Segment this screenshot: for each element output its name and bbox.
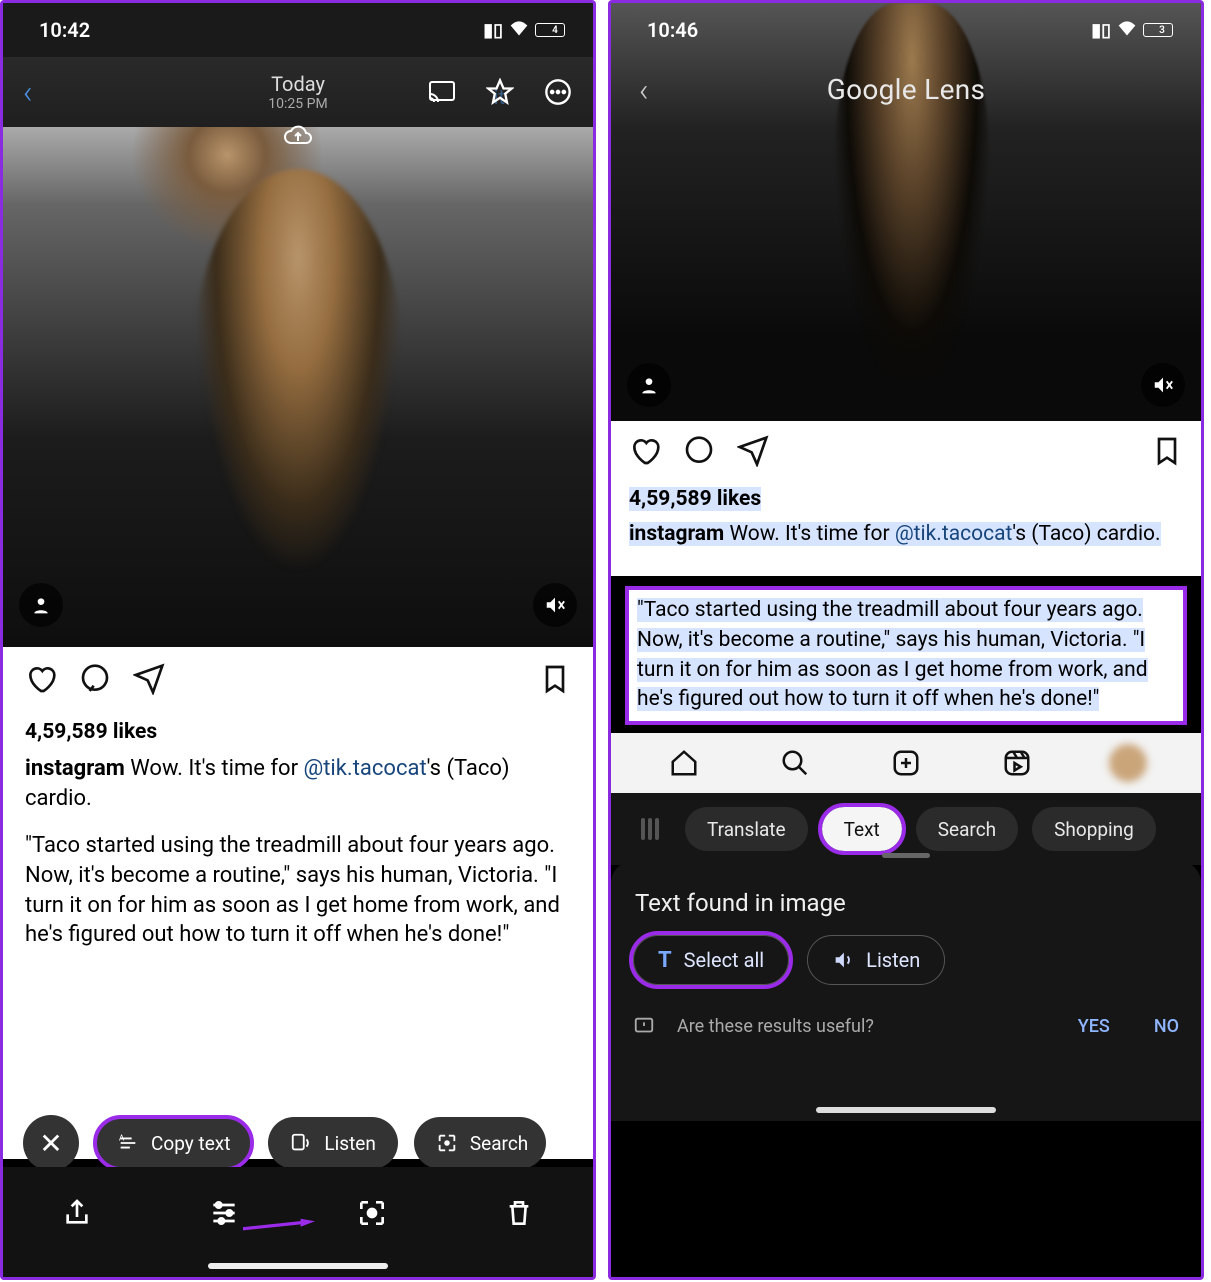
status-bar: 10:42 ▮▯ 4 [3,3,593,57]
highlighted-detected-text[interactable]: "Taco started using the treadmill about … [625,586,1187,725]
caption-line-1: instagram Wow. It's time for @tik.tacoca… [25,754,571,813]
back-icon[interactable]: ‹ [23,73,33,111]
sheet-heading: Text found in image [635,889,1179,917]
status-bar: 10:46 ▮▯ 3 [611,3,1201,57]
nav-subtitle: 10:25 PM [268,96,327,112]
search-button[interactable]: Search [414,1117,546,1169]
left-phone-google-photos: 10:42 ▮▯ 4 ‹ Today 10:25 PM it [0,0,596,1280]
delete-trash-icon[interactable] [499,1193,539,1233]
caption-line-1: instagram Wow. It's time for @tik.tacoca… [629,520,1183,548]
home-indicator[interactable] [816,1107,996,1113]
instagram-action-row [629,435,1183,475]
instagram-bottom-nav [611,733,1201,793]
chip-translate[interactable]: Translate [685,807,808,851]
feedback-no-button[interactable]: NO [1154,1016,1179,1037]
caption-quote: "Taco started using the treadmill about … [25,831,571,950]
listen-button[interactable]: Listen [268,1117,397,1169]
copy-text-button[interactable]: A Copy text [95,1117,252,1169]
signal-icon: ▮▯ [483,20,503,41]
status-time: 10:46 [647,18,698,42]
edit-sliders-icon[interactable] [204,1193,244,1233]
caption-username[interactable]: instagram [25,756,125,781]
likes-count[interactable]: 4,59,589 likes [629,485,1183,513]
feedback-text: Are these results useful? [677,1016,874,1037]
caption-mention[interactable]: @tik.tacocat [303,756,426,781]
status-icons: ▮▯ 3 [1091,20,1173,41]
signal-icon: ▮▯ [1091,20,1111,41]
new-post-icon[interactable] [887,744,925,782]
bookmark-icon[interactable] [1151,435,1183,475]
chip-shopping[interactable]: Shopping [1032,807,1156,851]
svg-text:A: A [119,1133,125,1143]
comment-icon[interactable] [683,435,715,475]
select-all-button[interactable]: T Select all [633,935,789,985]
home-icon[interactable] [665,744,703,782]
photo-viewer[interactable] [3,127,593,647]
lens-image-preview[interactable]: ‹ Google Lens [611,3,1201,421]
lens-floating-actions: ✕ A Copy text Listen Search [3,1115,593,1171]
tagged-people-icon[interactable] [19,583,63,627]
lens-title: Google Lens [827,73,985,106]
nav-title: Today [268,72,327,96]
bookmark-icon[interactable] [539,663,571,704]
listen-button[interactable]: Listen [807,935,945,985]
profile-avatar[interactable] [1109,744,1147,782]
photo-nav-bar: ‹ Today 10:25 PM it [3,57,593,127]
detected-instagram-block: 4,59,589 likes instagram Wow. It's time … [611,421,1201,576]
instagram-action-row [25,663,571,704]
feedback-yes-button[interactable]: YES [1078,1016,1110,1037]
feedback-icon [633,1015,655,1037]
more-menu-icon[interactable] [543,77,573,107]
cloud-upload-icon[interactable] [283,123,313,151]
status-time: 10:42 [39,18,90,42]
lens-bottom-sheet[interactable]: Text found in image T Select all Listen … [611,861,1201,1121]
nav-title-group: Today 10:25 PM [268,72,327,112]
chip-search[interactable]: Search [916,807,1018,851]
search-icon[interactable] [776,744,814,782]
chip-text[interactable]: Text [822,807,902,851]
comment-icon[interactable] [79,663,111,704]
instagram-caption-area: 4,59,589 likes instagram Wow. It's time … [3,647,593,1159]
share-send-icon[interactable] [133,663,165,704]
likes-count[interactable]: 4,59,589 likes [25,718,571,746]
right-phone-google-lens: 10:46 ▮▯ 3 ‹ Google Lens [608,0,1204,1280]
status-icons: ▮▯ 4 [483,20,565,41]
drag-handle-icon[interactable] [641,818,671,840]
feedback-row: Are these results useful? YES NO [633,1015,1179,1037]
mute-icon[interactable] [533,583,577,627]
share-send-icon[interactable] [737,435,769,475]
google-lens-icon[interactable] [352,1193,392,1233]
home-indicator[interactable] [208,1263,388,1269]
caption-username[interactable]: instagram [629,522,724,546]
cast-icon[interactable] [427,77,457,107]
lens-header: ‹ Google Lens [611,73,1201,106]
close-lens-button[interactable]: ✕ [23,1115,79,1171]
mute-icon[interactable] [1141,363,1185,407]
reels-icon[interactable] [998,744,1036,782]
wifi-icon [1117,20,1137,41]
cat-on-treadmill-image [192,169,404,575]
share-icon[interactable] [57,1193,97,1233]
favorite-star-icon[interactable] [485,77,515,107]
tagged-people-icon[interactable] [627,363,671,407]
like-heart-icon[interactable] [25,663,57,704]
wifi-icon [509,20,529,41]
battery-icon: 4 [535,23,565,37]
cat-on-treadmill-image [835,3,988,379]
battery-icon: 3 [1143,23,1173,37]
like-heart-icon[interactable] [629,435,661,475]
sheet-drag-handle[interactable] [882,853,930,858]
caption-mention[interactable]: @tik.tacocat [895,522,1013,546]
text-t-icon: T [658,948,672,973]
back-icon[interactable]: ‹ [639,71,649,109]
tutorial-arrow-annotation [243,1213,333,1237]
photo-bottom-toolbar [3,1167,593,1277]
